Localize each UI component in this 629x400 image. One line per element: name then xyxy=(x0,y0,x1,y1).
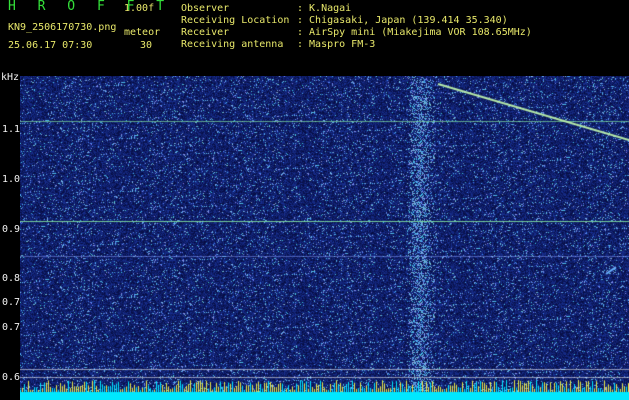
location-label: Receiving Location xyxy=(181,15,290,26)
mode-value: 30 xyxy=(140,40,153,51)
mode-label: meteor xyxy=(124,27,161,38)
y-axis-unit: kHz xyxy=(1,72,20,83)
y-tick-label: 1.0 xyxy=(2,174,21,185)
version-label: 1.00f xyxy=(124,3,155,14)
observer-label: Observer xyxy=(181,3,230,14)
receiver-label: Receiver xyxy=(181,27,230,38)
antenna-label: Receiving antenna xyxy=(181,39,284,50)
receiver-value: : AirSpy mini (Miakejima VOR 108.65MHz) xyxy=(297,27,532,38)
timestamp-label: 25.06.17 07:30 xyxy=(8,40,93,51)
observer-value: : K.Nagai xyxy=(297,3,352,14)
filename-label: KN9_2506170730.png xyxy=(8,22,117,33)
location-value: : Chigasaki, Japan (139.414 35.340) xyxy=(297,15,508,26)
y-tick-label: 0.6 xyxy=(2,372,21,383)
y-tick-label: 0.7 xyxy=(2,322,21,333)
spectrogram-canvas xyxy=(20,76,629,400)
y-tick-label: 1.1 xyxy=(2,124,21,135)
y-tick-label: 0.9 xyxy=(2,224,21,235)
y-tick-label: 0.8 xyxy=(2,273,21,284)
antenna-value: : Maspro FM-3 xyxy=(297,39,376,50)
